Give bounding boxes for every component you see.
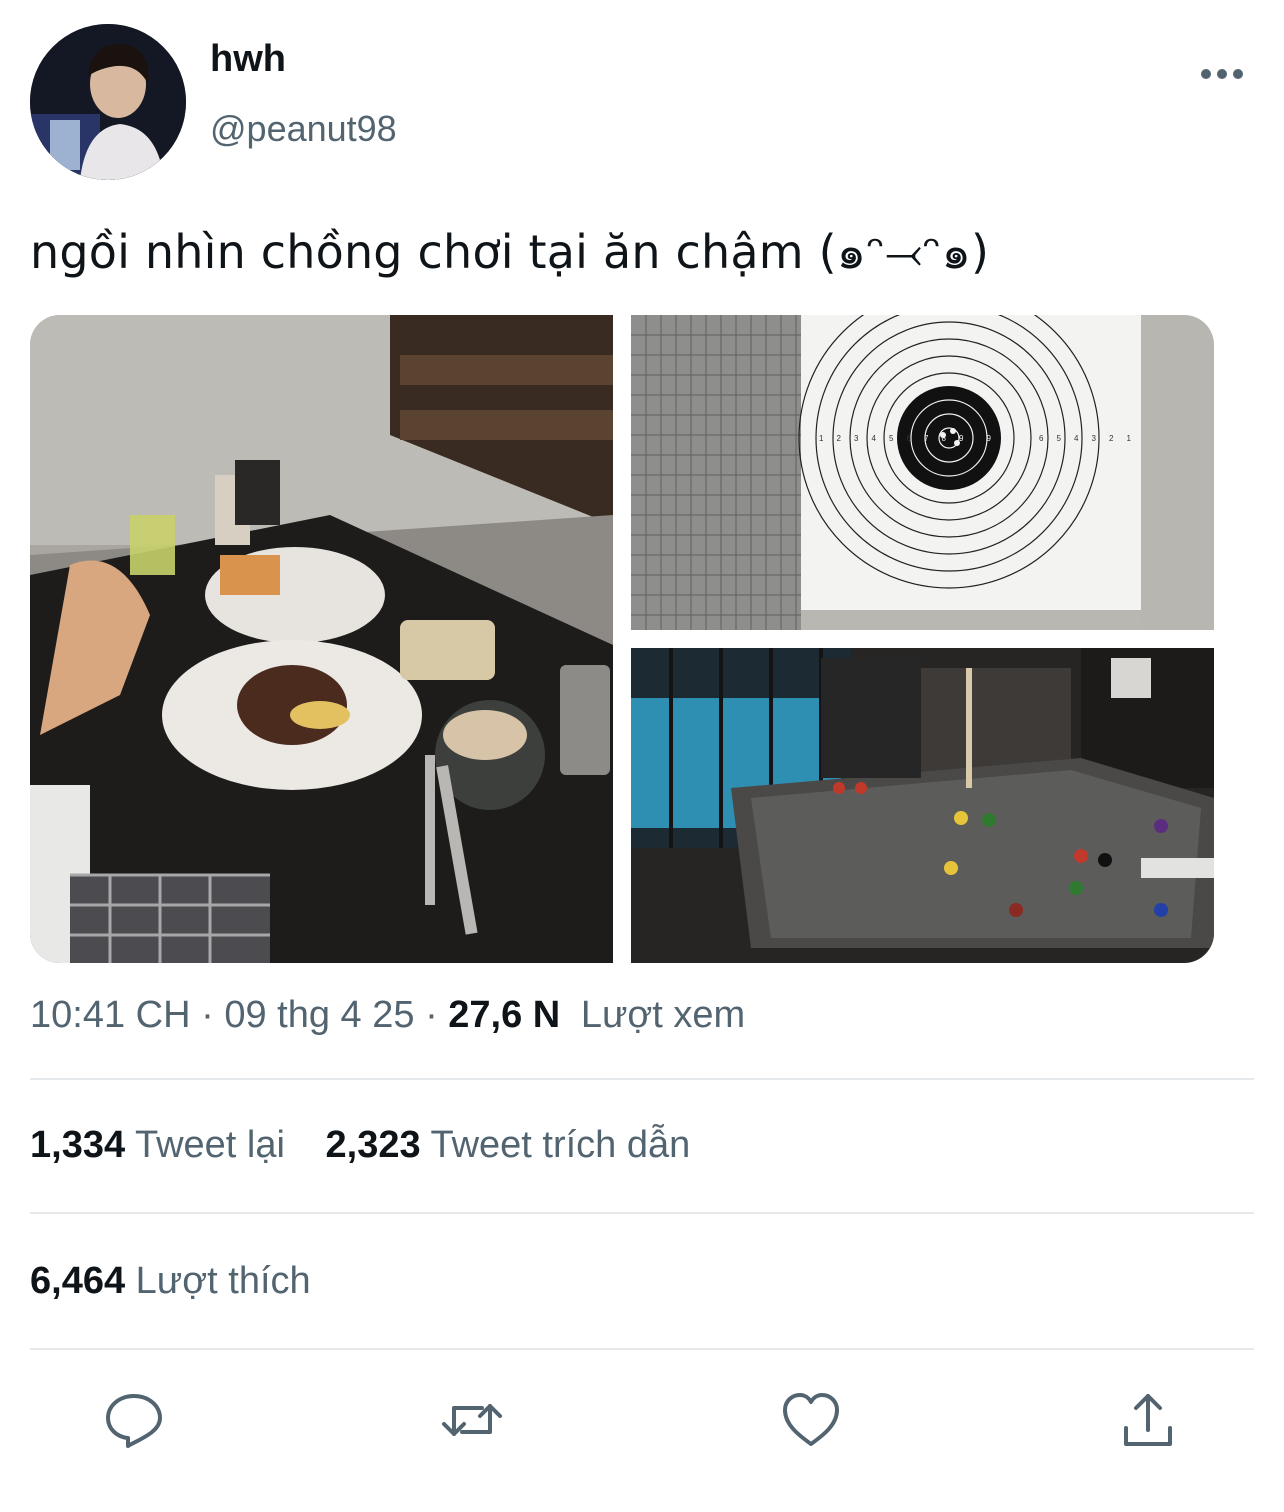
target-ring-label: 9 — [959, 434, 964, 443]
target-ring-label: 1 — [819, 434, 824, 443]
target-ring-label: 2 — [1109, 434, 1114, 443]
tweet-meta: 10:41 CH · 09 thg 4 25 · 27,6 N Lượt xem — [30, 994, 745, 1037]
target-ring-label: 8 — [1004, 434, 1009, 443]
views-label: Lượt xem — [580, 994, 746, 1036]
target-ring-label: 2 — [837, 434, 842, 443]
target-ring-label: 7 — [924, 434, 929, 443]
target-ring-label: 7 — [1022, 434, 1027, 443]
tweet-date[interactable]: 09 thg 4 25 — [224, 994, 414, 1036]
target-ring-label: 3 — [1092, 434, 1097, 443]
quotes-label: Tweet trích dẫn — [430, 1124, 691, 1166]
media-grid: 1 2 3 4 5 6 7 8 9 9 8 7 6 5 4 3 2 1 — [30, 315, 1214, 963]
meta-separator: · — [201, 994, 214, 1036]
display-name[interactable]: hwh — [210, 38, 286, 81]
target-ring-label: 4 — [1074, 434, 1079, 443]
avatar[interactable] — [30, 24, 186, 180]
meta-separator: · — [425, 994, 438, 1036]
retweets-label: Tweet lại — [134, 1124, 285, 1166]
target-ring-label: 1 — [1127, 434, 1132, 443]
quotes-stat[interactable]: 2,323 Tweet trích dẫn — [326, 1124, 691, 1166]
target-ring-label: 6 — [907, 434, 912, 443]
likes-label: Lượt thích — [135, 1260, 311, 1302]
more-options-button[interactable] — [1196, 54, 1248, 94]
tweet-time[interactable]: 10:41 CH — [30, 994, 191, 1036]
user-handle[interactable]: @peanut98 — [210, 108, 397, 150]
retweet-button[interactable] — [440, 1388, 504, 1452]
likes-count: 6,464 — [30, 1260, 126, 1302]
tweet-text: ngồi nhìn chồng chơi tại ăn chậm (๑ᵔ⤙ᵔ๑) — [30, 225, 990, 279]
likes-stat[interactable]: 6,464 Lượt thích — [30, 1260, 311, 1303]
target-ring-label: 4 — [872, 434, 877, 443]
like-button[interactable] — [779, 1388, 843, 1452]
more-horizontal-icon — [1201, 69, 1243, 79]
target-ring-label: 5 — [1057, 434, 1062, 443]
photo-shooting-target[interactable]: 1 2 3 4 5 6 7 8 9 9 8 7 6 5 4 3 2 1 — [631, 315, 1214, 630]
reply-button[interactable] — [102, 1388, 166, 1452]
views-count: 27,6 N — [448, 994, 561, 1036]
like-icon — [783, 1393, 839, 1446]
reply-icon — [106, 1394, 162, 1448]
share-button[interactable] — [1116, 1388, 1180, 1452]
divider — [30, 1212, 1254, 1214]
quotes-count: 2,323 — [325, 1124, 421, 1166]
retweets-stat[interactable]: 1,334 Tweet lại — [30, 1124, 296, 1166]
target-ring-label: 8 — [942, 434, 947, 443]
target-ring-label: 9 — [987, 434, 992, 443]
target-ring-label: 5 — [889, 434, 894, 443]
share-icon — [1124, 1394, 1172, 1446]
photo-breakfast-table[interactable] — [30, 315, 613, 963]
divider — [30, 1078, 1254, 1080]
target-ring-label: 6 — [1039, 434, 1044, 443]
retweet-icon — [442, 1404, 502, 1436]
photo-billiards-table[interactable] — [631, 648, 1214, 963]
target-ring-label: 3 — [854, 434, 859, 443]
retweets-count: 1,334 — [30, 1124, 126, 1166]
share-stats: 1,334 Tweet lại 2,323 Tweet trích dẫn — [30, 1124, 690, 1167]
divider — [30, 1348, 1254, 1350]
